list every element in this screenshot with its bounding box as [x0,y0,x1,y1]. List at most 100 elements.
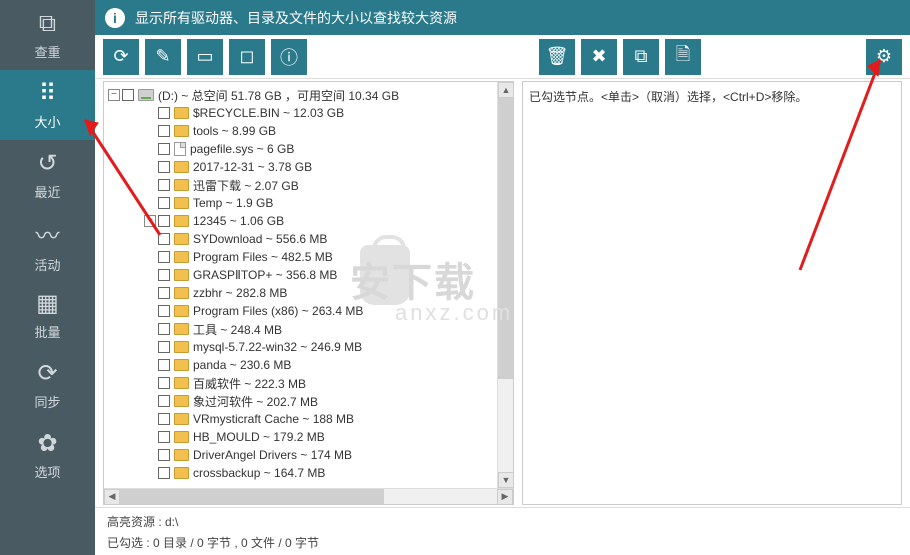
row-checkbox-2[interactable] [158,143,170,155]
row-checkbox-3[interactable] [158,161,170,173]
vscroll-thumb[interactable] [498,98,513,379]
row-checkbox-0[interactable] [158,107,170,119]
folder-icon [174,431,189,443]
open-button[interactable]: ▭ [187,39,223,75]
row-checkbox-12[interactable] [158,323,170,335]
sidebar-item-5[interactable]: ⟳同步 [0,350,95,420]
row-label-17: VRmysticraft Cache ~ 188 MB [193,412,354,426]
file-icon: 🗎 [676,42,690,72]
row-label-4: 迅雷下载 ~ 2.07 GB [193,177,299,194]
edit-icon: ✎ [155,46,170,67]
row-checkbox-5[interactable] [158,197,170,209]
tree-row-0[interactable]: $RECYCLE.BIN ~ 12.03 GB [106,104,511,122]
tree-row-16[interactable]: 象过河软件 ~ 202.7 MB [106,392,511,410]
fullscreen-button[interactable]: ◻ [229,39,265,75]
tree-row-18[interactable]: HB_MOULD ~ 179.2 MB [106,428,511,446]
row-checkbox-15[interactable] [158,377,170,389]
folder-icon [174,413,189,425]
row-label-20: crossbackup ~ 164.7 MB [193,466,325,480]
drive-collapse-icon[interactable]: − [108,89,120,101]
row-label-2: pagefile.sys ~ 6 GB [190,142,294,156]
recycle-icon: 🗑 [546,46,569,67]
main-area: i 显示所有驱动器、目录及文件的大小以查找较大资源 ⟳✎▭◻ⓘ🗑✖⧉🗎⚙ −(D… [95,0,910,555]
row-label-18: HB_MOULD ~ 179.2 MB [193,430,325,444]
row-checkbox-13[interactable] [158,341,170,353]
sidebar-label-6: 选项 [34,462,60,481]
edit-button[interactable]: ✎ [145,39,181,75]
hscroll-thumb[interactable] [120,489,384,505]
row-checkbox-7[interactable] [158,233,170,245]
expand-icon-6[interactable]: + [144,215,156,227]
tree-row-14[interactable]: panda ~ 230.6 MB [106,356,511,374]
row-label-16: 象过河软件 ~ 202.7 MB [193,393,318,410]
tree-row-12[interactable]: 工具 ~ 248.4 MB [106,320,511,338]
sidebar-item-3[interactable]: 〰活动 [0,210,95,280]
row-checkbox-8[interactable] [158,251,170,263]
tree-row-20[interactable]: crossbackup ~ 164.7 MB [106,464,511,482]
sidebar-label-0: 查重 [34,42,60,61]
close-button[interactable]: ✖ [581,39,617,75]
refresh-button[interactable]: ⟳ [103,39,139,75]
tree-row-11[interactable]: Program Files (x86) ~ 263.4 MB [106,302,511,320]
row-checkbox-4[interactable] [158,179,170,191]
sidebar-item-6[interactable]: ✿ 选项 [0,420,95,490]
row-checkbox-10[interactable] [158,287,170,299]
drive-checkbox[interactable] [122,89,134,101]
row-label-6: 12345 ~ 1.06 GB [193,214,284,228]
horizontal-scrollbar[interactable]: ◀ ▶ [104,488,513,504]
row-checkbox-14[interactable] [158,359,170,371]
folder-icon [174,197,189,209]
tree-row-13[interactable]: mysql-5.7.22-win32 ~ 246.9 MB [106,338,511,356]
copy-button[interactable]: ⧉ [623,39,659,75]
tree-row-19[interactable]: DriverAngel Drivers ~ 174 MB [106,446,511,464]
tree-row-5[interactable]: Temp ~ 1.9 GB [106,194,511,212]
folder-icon [174,107,189,119]
drive-row[interactable]: −(D:) ~ 总空间 51.78 GB ，可用空间 10.34 GB [106,86,511,104]
recycle-button[interactable]: 🗑 [539,39,575,75]
sidebar-item-4[interactable]: ▦批量 [0,280,95,350]
info-icon: i [105,8,125,28]
row-checkbox-9[interactable] [158,269,170,281]
vscroll-track[interactable] [498,98,513,472]
file-button[interactable]: 🗎 [665,39,701,75]
tree-row-8[interactable]: Program Files ~ 482.5 MB [106,248,511,266]
tree-row-2[interactable]: pagefile.sys ~ 6 GB [106,140,511,158]
row-checkbox-11[interactable] [158,305,170,317]
info-button[interactable]: ⓘ [271,39,307,75]
row-checkbox-16[interactable] [158,395,170,407]
scroll-left-button[interactable]: ◀ [104,489,120,505]
hscroll-track[interactable] [120,489,497,505]
row-checkbox-17[interactable] [158,413,170,425]
tree-row-9[interactable]: GRASPⅡTOP+ ~ 356.8 MB [106,266,511,284]
tree-panel[interactable]: −(D:) ~ 总空间 51.78 GB ，可用空间 10.34 GB$RECY… [103,81,514,505]
row-checkbox-20[interactable] [158,467,170,479]
folder-icon [174,395,189,407]
sidebar-item-1[interactable]: ⠿大小 [0,70,95,140]
settings-button[interactable]: ⚙ [866,39,902,75]
row-label-12: 工具 ~ 248.4 MB [193,321,282,338]
scroll-down-button[interactable]: ▼ [498,472,514,488]
folder-icon [174,287,189,299]
tree-row-4[interactable]: 迅雷下载 ~ 2.07 GB [106,176,511,194]
row-checkbox-1[interactable] [158,125,170,137]
tree-row-3[interactable]: 2017-12-31 ~ 3.78 GB [106,158,511,176]
sidebar-icon-6: ✿ [37,429,57,458]
folder-icon [174,179,189,191]
tree-row-15[interactable]: 百威软件 ~ 222.3 MB [106,374,511,392]
sidebar-icon-0: ⧉ [39,10,56,38]
tree-row-7[interactable]: SYDownload ~ 556.6 MB [106,230,511,248]
sidebar-item-2[interactable]: ↺最近 [0,140,95,210]
row-checkbox-19[interactable] [158,449,170,461]
row-checkbox-6[interactable] [158,215,170,227]
toolbar: ⟳ ✎ ▭◻ⓘ 🗑 ✖⧉ 🗎 ⚙ [95,35,910,79]
tree-row-10[interactable]: zzbhr ~ 282.8 MB [106,284,511,302]
sidebar-item-0[interactable]: ⧉ 查重 [0,0,95,70]
row-checkbox-18[interactable] [158,431,170,443]
vertical-scrollbar[interactable]: ▲ ▼ [497,82,513,488]
sidebar-icon-5: ⟳ [37,359,57,388]
scroll-up-button[interactable]: ▲ [498,82,514,98]
tree-row-1[interactable]: tools ~ 8.99 GB [106,122,511,140]
tree-row-17[interactable]: VRmysticraft Cache ~ 188 MB [106,410,511,428]
tree-row-6[interactable]: +12345 ~ 1.06 GB [106,212,511,230]
scroll-right-button[interactable]: ▶ [497,489,513,505]
